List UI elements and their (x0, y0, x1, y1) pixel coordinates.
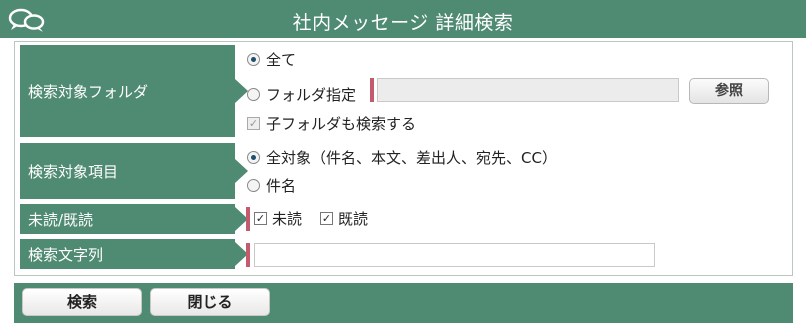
checkbox-read-label: 既読 (338, 210, 369, 228)
radio-folder-specify[interactable] (247, 88, 260, 101)
radio-items-subject[interactable] (247, 179, 260, 192)
label-search-items: 検索対象項目 (20, 143, 248, 199)
radio-items-subject-label: 件名 (266, 177, 297, 195)
browse-button[interactable]: 参照 (689, 78, 769, 104)
radio-items-all-label: 全対象（件名、本文、差出人、宛先、CC） (266, 149, 557, 167)
title-bar: 社内メッセージ 詳細検索 (0, 0, 806, 38)
checkbox-read[interactable]: ✓ (320, 212, 333, 225)
label-search-folder: 検索対象フォルダ (20, 45, 248, 137)
label-search-items-text: 検索対象項目 (28, 162, 119, 181)
radio-folder-all-label: 全て (266, 51, 297, 69)
label-search-text-text: 検索文字列 (28, 245, 104, 264)
checkbox-include-subfolders[interactable]: ✓ (247, 117, 260, 130)
search-text-input[interactable] (254, 243, 655, 267)
checkbox-unread[interactable]: ✓ (254, 212, 267, 225)
required-marker (246, 207, 250, 231)
radio-folder-specify-label: フォルダ指定 (266, 86, 357, 104)
checkbox-unread-label: 未読 (272, 210, 303, 228)
search-button[interactable]: 検索 (22, 288, 142, 316)
required-marker (246, 243, 250, 267)
required-marker (370, 78, 374, 102)
checkbox-include-subfolders-label: 子フォルダも検索する (266, 115, 417, 133)
page-title: 社内メッセージ 詳細検索 (292, 12, 514, 34)
label-search-text: 検索文字列 (20, 239, 248, 269)
radio-folder-all[interactable] (247, 53, 260, 66)
radio-items-all[interactable] (247, 151, 260, 164)
footer-bar: 検索 閉じる (14, 283, 793, 323)
label-read-state: 未読/既読 (20, 204, 248, 234)
label-read-state-text: 未読/既読 (28, 210, 94, 229)
close-button[interactable]: 閉じる (150, 288, 270, 316)
label-search-folder-text: 検索対象フォルダ (28, 82, 149, 101)
folder-path-field[interactable] (377, 78, 679, 102)
